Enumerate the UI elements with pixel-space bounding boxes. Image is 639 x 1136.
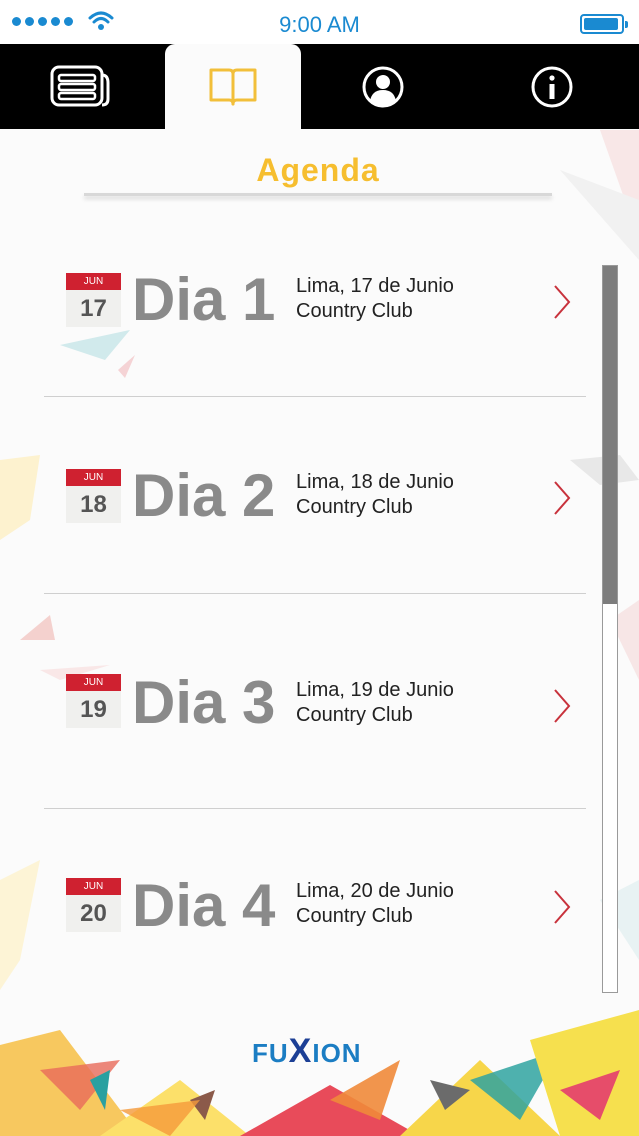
info-icon	[531, 66, 573, 107]
profile-icon	[362, 66, 404, 107]
row-divider	[44, 808, 586, 809]
tab-agenda[interactable]	[165, 44, 301, 129]
tab-profile[interactable]	[313, 44, 453, 129]
day-date-line: Lima, 17 de Junio	[296, 275, 454, 297]
calendar-month: JUN	[66, 674, 121, 691]
page-title: Agenda	[256, 152, 380, 188]
fuxion-logo: FUXION	[252, 1032, 362, 1071]
battery-icon	[580, 14, 628, 34]
day-title: Dia 4	[132, 872, 276, 939]
calendar-icon: JUN 19	[66, 674, 121, 728]
tab-news[interactable]	[0, 44, 160, 129]
logo-text-part3: ION	[312, 1038, 362, 1068]
calendar-month: JUN	[66, 469, 121, 486]
day-location: Lima, 17 de Junio Country Club	[296, 274, 454, 324]
day-date-line: Lima, 20 de Junio	[296, 880, 454, 902]
calendar-icon: JUN 18	[66, 469, 121, 523]
day-venue-line: Country Club	[296, 905, 413, 927]
day-row-1[interactable]: JUN 17 Dia 1 Lima, 17 de Junio Country C…	[44, 260, 586, 350]
scrollbar-thumb[interactable]	[603, 266, 617, 604]
logo-text-x: X	[288, 1032, 313, 1070]
chevron-right-icon	[554, 689, 571, 723]
tab-bar	[0, 44, 639, 129]
calendar-month: JUN	[66, 273, 121, 290]
chevron-right-icon	[554, 285, 571, 319]
book-icon	[209, 68, 257, 105]
news-icon	[50, 65, 110, 106]
chevron-right-icon	[554, 481, 571, 515]
calendar-date: 20	[66, 895, 121, 932]
calendar-date: 17	[66, 290, 121, 327]
page-title-block: Agenda	[84, 144, 552, 198]
logo-text-part1: FU	[252, 1038, 289, 1068]
day-row-2[interactable]: JUN 18 Dia 2 Lima, 18 de Junio Country C…	[44, 456, 586, 546]
calendar-icon: JUN 17	[66, 273, 121, 327]
status-bar: 9:00 AM	[0, 0, 639, 44]
title-underline	[84, 193, 552, 196]
day-title: Dia 1	[132, 266, 276, 333]
row-divider	[44, 593, 586, 594]
row-divider	[44, 396, 586, 397]
calendar-date: 19	[66, 691, 121, 728]
tab-info[interactable]	[482, 44, 622, 129]
day-location: Lima, 19 de Junio Country Club	[296, 678, 454, 728]
day-row-4[interactable]: JUN 20 Dia 4 Lima, 20 de Junio Country C…	[44, 866, 586, 956]
day-date-line: Lima, 18 de Junio	[296, 471, 454, 493]
status-time: 9:00 AM	[279, 12, 360, 37]
calendar-date: 18	[66, 486, 121, 523]
day-location: Lima, 20 de Junio Country Club	[296, 879, 454, 929]
scrollbar[interactable]	[602, 265, 618, 993]
day-venue-line: Country Club	[296, 704, 413, 726]
chevron-right-icon	[554, 890, 571, 924]
day-location: Lima, 18 de Junio Country Club	[296, 470, 454, 520]
day-title: Dia 2	[132, 462, 276, 529]
calendar-month: JUN	[66, 878, 121, 895]
day-row-3[interactable]: JUN 19 Dia 3 Lima, 19 de Junio Country C…	[44, 663, 586, 753]
day-venue-line: Country Club	[296, 300, 413, 322]
calendar-icon: JUN 20	[66, 878, 121, 932]
day-venue-line: Country Club	[296, 496, 413, 518]
day-date-line: Lima, 19 de Junio	[296, 679, 454, 701]
day-title: Dia 3	[132, 669, 276, 736]
